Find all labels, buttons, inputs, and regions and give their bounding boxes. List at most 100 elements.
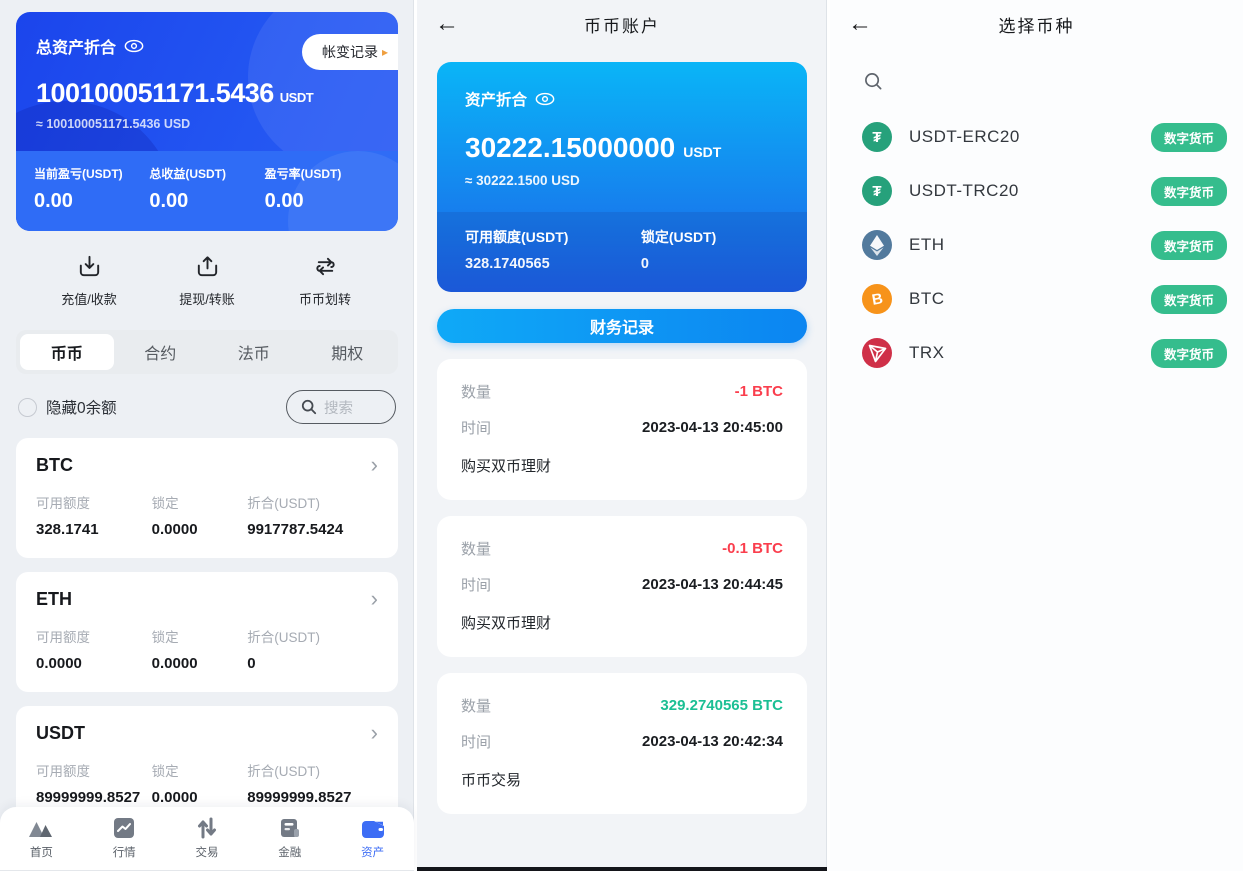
digital-currency-badge: 数字货币 [1150, 176, 1227, 206]
hide-zero-balance-toggle[interactable]: 隐藏0余额 [18, 396, 117, 418]
usdt-icon: ₮ [862, 176, 892, 206]
select-coin-header: ← 选择币种 [830, 0, 1243, 48]
account-header: ← 币币账户 [417, 0, 827, 48]
usdt-icon: ₮ [862, 122, 892, 152]
nav-finance[interactable]: 金融 [248, 817, 331, 860]
record-description: 购买双币理财 [461, 615, 552, 632]
trx-icon [862, 338, 892, 368]
record-quantity: -1 BTC [734, 383, 783, 400]
coin-row-btc[interactable]: BTC › 可用额度 328.1741 锁定 0.0000 折合(USDT) 9917… [16, 438, 398, 558]
locked-amount: 0.0000 [151, 521, 198, 538]
quick-actions-row: 充值/收款 提现/转账 币币划转 [16, 231, 398, 314]
coin-search-button[interactable] [864, 72, 1243, 96]
radio-circle-icon [18, 397, 37, 417]
trade-icon [197, 817, 216, 839]
back-arrow-icon[interactable]: ← [848, 12, 872, 36]
chevron-right-icon: › [370, 720, 378, 745]
nav-assets[interactable]: 资产 [331, 817, 414, 860]
deposit-icon [79, 255, 99, 277]
back-arrow-icon[interactable]: ← [435, 12, 459, 36]
chevron-right-icon: ▸ [381, 45, 388, 59]
account-change-record-button[interactable]: 帐变记录 ▸ [301, 34, 398, 70]
available-amount: 89999999.8527 [36, 789, 141, 806]
available-amount: 0.0000 [36, 655, 82, 672]
select-coin-usdt-erc20[interactable]: ₮ USDT-ERC20 数字货币 [830, 110, 1243, 164]
total-assets-approx-usd: ≈ 100100051171.5436 USD [36, 117, 191, 131]
transaction-record: 数量 -1 BTC 时间 2023-04-13 20:45:00 购买双币理财 [437, 359, 807, 500]
nav-home[interactable]: 首页 [0, 817, 83, 860]
record-quantity: -0.1 BTC [722, 540, 783, 557]
stat-pnl-rate: 盈亏率(USDT) 0.00 [264, 167, 342, 212]
deposit-button[interactable]: 充值/收款 [30, 253, 148, 308]
select-coin-eth[interactable]: ETH 数字货币 [830, 218, 1243, 272]
record-time: 2023-04-13 20:42:34 [642, 733, 783, 750]
converted-amount: 89999999.8527 [247, 789, 352, 806]
coin-transfer-button[interactable]: 币币划转 [266, 253, 384, 308]
pnl-stats-bar: 当前盈亏(USDT) 0.00 总收益(USDT) 0.00 盈亏率(USDT)… [16, 151, 398, 231]
search-input[interactable]: 搜索 [286, 390, 396, 424]
total-assets-card: 总资产折合 帐变记录 ▸ 100100051171.5436 USDT ≈ 100… [16, 12, 398, 231]
withdraw-icon [197, 256, 217, 277]
btc-icon: B [862, 284, 892, 314]
record-quantity: 329.2740565 BTC [660, 697, 783, 714]
tab-options[interactable]: 期权 [301, 334, 395, 370]
eye-icon[interactable] [124, 39, 144, 53]
transaction-record: 数量 -0.1 BTC 时间 2023-04-13 20:44:45 购买双币理… [437, 516, 807, 657]
markets-icon [114, 818, 135, 838]
eth-icon [862, 230, 892, 260]
record-time: 2023-04-13 20:44:45 [642, 576, 783, 593]
home-indicator-bar [417, 867, 827, 871]
spot-account-screen: ← 币币账户 资产折合 30222.15000000 USDT ≈ 30222.1… [417, 0, 830, 871]
record-time: 2023-04-13 20:45:00 [642, 419, 783, 436]
app-screenshot: 总资产折合 帐变记录 ▸ 100100051171.5436 USDT ≈ 100… [0, 0, 1243, 871]
available-amount: 328.1740565 [465, 256, 550, 272]
record-description: 币币交易 [461, 772, 522, 789]
chevron-right-icon: › [370, 586, 378, 611]
stat-current-pnl: 当前盈亏(USDT) 0.00 [34, 167, 123, 212]
tab-fiat[interactable]: 法币 [207, 334, 301, 370]
locked-amount: 0 [640, 256, 649, 272]
coin-symbol: USDT [36, 722, 85, 743]
digital-currency-badge: 数字货币 [1150, 230, 1227, 260]
bottom-navigation: 首页 行情 交易 金融 资产 [0, 807, 414, 871]
page-title: 币币账户 [584, 16, 660, 36]
digital-currency-badge: 数字货币 [1150, 338, 1227, 368]
select-coin-screen: ← 选择币种 ₮ USDT-ERC20 数字货币 ₮ USDT-TRC20 数字… [830, 0, 1243, 871]
tab-spot[interactable]: 币币 [20, 334, 114, 370]
withdraw-button[interactable]: 提现/转账 [148, 253, 266, 308]
account-balance-approx-usd: ≈ 30222.1500 USD [465, 173, 580, 188]
currency-unit: USDT [683, 144, 722, 160]
account-type-tabs: 币币 合约 法币 期权 [16, 330, 398, 374]
coin-row-eth[interactable]: ETH › 可用额度 0.0000 锁定 0.0000 折合(USDT) 0 [16, 572, 398, 692]
finance-icon [280, 819, 299, 837]
eye-icon[interactable] [535, 92, 555, 106]
wallet-icon [361, 821, 384, 838]
select-coin-trx[interactable]: TRX 数字货币 [830, 326, 1243, 380]
converted-amount: 9917787.5424 [247, 521, 344, 538]
transaction-record: 数量 329.2740565 BTC 时间 2023-04-13 20:42:3… [437, 673, 807, 814]
assets-overview-screen: 总资产折合 帐变记录 ▸ 100100051171.5436 USDT ≈ 100… [0, 0, 417, 871]
search-icon [865, 73, 882, 90]
coin-symbol: ETH [36, 588, 72, 609]
home-icon [29, 822, 53, 837]
financial-records-button[interactable]: 财务记录 [437, 309, 807, 343]
account-balance-amount: 30222.15000000 USDT [465, 132, 722, 163]
total-assets-amount: 100100051171.5436 USDT [36, 78, 314, 108]
select-coin-btc[interactable]: B BTC 数字货币 [830, 272, 1243, 326]
account-balance-breakdown: 可用额度(USDT) 328.1740565 锁定(USDT) 0 [437, 212, 807, 292]
currency-unit: USDT [279, 90, 314, 105]
record-description: 购买双币理财 [461, 458, 552, 475]
digital-currency-badge: 数字货币 [1150, 122, 1227, 152]
nav-markets[interactable]: 行情 [83, 817, 166, 860]
digital-currency-badge: 数字货币 [1150, 284, 1227, 314]
transfer-icon [315, 257, 335, 276]
tab-contract[interactable]: 合约 [114, 334, 208, 370]
nav-trade[interactable]: 交易 [166, 817, 249, 860]
search-icon [301, 399, 317, 415]
balance-card-title: 资产折合 [465, 92, 528, 109]
chevron-right-icon: › [370, 452, 378, 477]
select-coin-usdt-trc20[interactable]: ₮ USDT-TRC20 数字货币 [830, 164, 1243, 218]
stat-total-profit: 总收益(USDT) 0.00 [149, 167, 226, 212]
search-placeholder: 搜索 [324, 400, 353, 417]
account-balance-card: 资产折合 30222.15000000 USDT ≈ 30222.1500 USD… [437, 62, 807, 292]
